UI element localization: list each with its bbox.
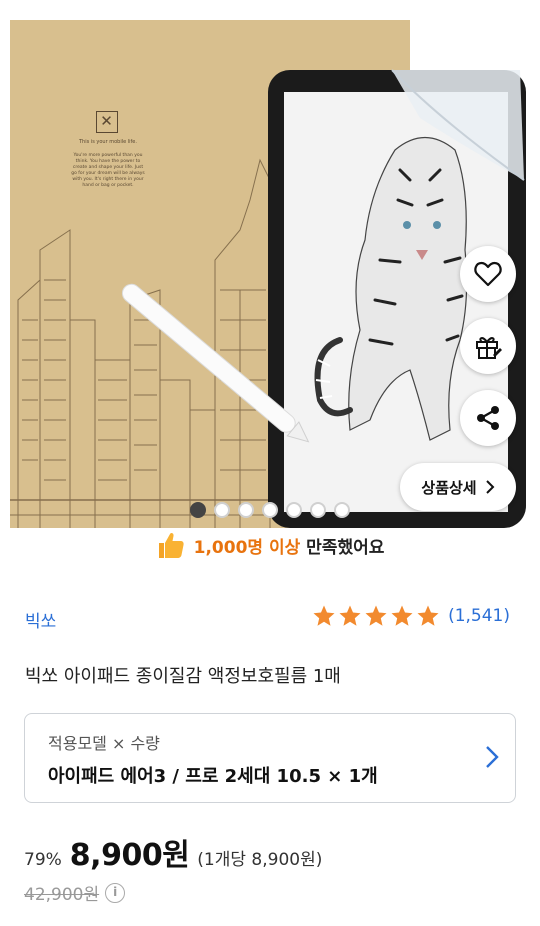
seller-link[interactable]: 빅쏘: [25, 607, 56, 632]
info-icon[interactable]: i: [105, 882, 126, 903]
chevron-right-icon: [485, 480, 495, 494]
carousel-dot[interactable]: [190, 502, 206, 518]
price-row: 79% 8,900원 (1개당 8,900원): [24, 830, 322, 874]
original-price-row: 42,900원 i: [24, 880, 126, 905]
option-selector[interactable]: 적용모델 × 수량 아이패드 에어3 / 프로 2세대 10.5 × 1개: [24, 713, 516, 803]
brand-tagline: This is your mobile life.: [79, 139, 137, 145]
product-photo: [10, 69, 526, 528]
review-count: (1,541): [448, 606, 510, 626]
satisfaction-text: 1,000명 이상 만족했어요: [194, 533, 385, 558]
carousel-dot[interactable]: [334, 502, 350, 518]
share-icon: [477, 406, 499, 430]
gift-icon: [476, 337, 502, 359]
satisfaction-banner: 1,000명 이상 만족했어요: [0, 528, 540, 562]
original-price: 42,900원: [24, 885, 100, 905]
product-detail-label: 상품상세: [421, 478, 477, 497]
chevron-right-icon: [486, 746, 499, 768]
heart-icon: [474, 261, 502, 287]
brand-copy: You're more powerful than you think. You…: [71, 153, 145, 188]
product-detail-button[interactable]: 상품상세: [400, 463, 516, 511]
rating-summary[interactable]: (1,541): [312, 604, 510, 628]
carousel-dot[interactable]: [238, 502, 254, 518]
star-icon: [313, 605, 335, 626]
carousel-dot[interactable]: [262, 502, 278, 518]
carousel-dot[interactable]: [286, 502, 302, 518]
share-button[interactable]: [460, 390, 516, 446]
star-icon: [365, 605, 387, 626]
brand-logo-icon: [96, 111, 118, 133]
carousel-dot[interactable]: [310, 502, 326, 518]
satisfaction-suffix: 만족했어요: [300, 537, 385, 558]
gift-button[interactable]: [460, 318, 516, 374]
product-image-carousel[interactable]: This is your mobile life. You're more po…: [0, 0, 540, 528]
unit-price: (1개당 8,900원): [197, 850, 323, 870]
star-icon: [391, 605, 413, 626]
star-rating: [312, 604, 440, 628]
carousel-dot[interactable]: [214, 502, 230, 518]
sale-price: 8,900원: [69, 838, 190, 873]
discount-rate: 79%: [24, 850, 62, 870]
satisfaction-count: 1,000명 이상: [193, 537, 301, 558]
product-title: 빅쏘 아이패드 종이질감 액정보호필름 1매: [25, 666, 341, 687]
option-label: 적용모델 × 수량: [48, 734, 160, 753]
carousel-indicators: [190, 502, 350, 518]
star-icon: [417, 605, 439, 626]
like-button[interactable]: [460, 246, 516, 302]
thumbs-up-icon: [158, 532, 184, 558]
option-value: 아이패드 에어3 / 프로 2세대 10.5 × 1개: [48, 766, 378, 787]
star-icon: [339, 605, 361, 626]
